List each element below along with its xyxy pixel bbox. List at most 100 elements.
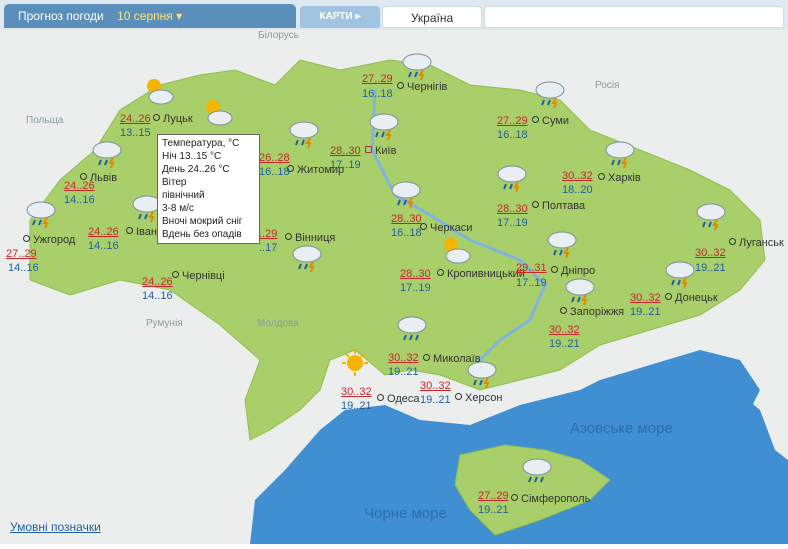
kherson-day-temp: 30..32 (420, 380, 451, 392)
chernihiv-day-temp: 27..29 (362, 73, 393, 85)
top-bar: Прогноз погоди 10 серпня ▾ КАРТИ ▸ Украї… (0, 0, 788, 30)
cloud-rain-icon (522, 458, 552, 483)
date-label: 10 серпня (117, 9, 173, 23)
city-cherkasy[interactable]: Черкаси (420, 222, 472, 234)
sea-label-black: Чорне море (364, 505, 447, 522)
uzhhorod-night-temp: 14..16 (8, 262, 39, 274)
kharkiv-day-temp: 30..32 (562, 170, 593, 182)
date-dropdown[interactable]: 10 серпня ▾ (117, 9, 182, 23)
city-kherson[interactable]: Херсон (455, 392, 502, 404)
kropyvnytskyi-day-temp: 28..30 (400, 268, 431, 280)
lviv-day-temp: 24..26 (64, 180, 95, 192)
cloud-storm-icon (565, 278, 595, 306)
maps-tab[interactable]: КАРТИ ▸ (300, 6, 380, 28)
mykolaiv-day-temp: 30..32 (388, 352, 419, 364)
sun-cloud-icon (444, 238, 471, 264)
sumy-night-temp: 16..18 (497, 129, 528, 141)
sumy-day-temp: 27..29 (497, 115, 528, 127)
cloud-storm-icon (292, 245, 322, 273)
city-sumy[interactable]: Суми (532, 115, 569, 127)
poltava-night-temp: 17..19 (497, 217, 528, 229)
simferopol-night-temp: 19..21 (478, 504, 509, 516)
sea-label-azov: Азовське море (570, 420, 673, 437)
ivano-frankivsk-night-temp: 14..16 (88, 240, 119, 252)
cloud-storm-icon (92, 141, 122, 169)
city-zaporizhzhia[interactable]: Запоріжжя (560, 306, 624, 318)
maps-tab-label: КАРТИ (319, 11, 353, 22)
city-chernivtsi[interactable]: Чернівці (172, 270, 225, 282)
lutsk-night-temp: 13..15 (120, 127, 151, 139)
luhansk-day-temp: 30..32 (695, 247, 726, 259)
tooltip-line: Температура, °C (162, 138, 240, 149)
cloud-rain-icon (397, 316, 427, 341)
tooltip-line: Ніч 13..15 °C (162, 151, 222, 162)
city-lutsk[interactable]: Луцьк (153, 113, 193, 125)
kherson-night-temp: 19..21 (420, 394, 451, 406)
city-kharkiv[interactable]: Харків (598, 172, 641, 184)
lutsk-day-temp: 24..26 (120, 113, 151, 125)
donetsk-day-temp: 30..32 (630, 292, 661, 304)
zhytomyr-night-temp: 16..18 (259, 166, 290, 178)
city-vinnytsia[interactable]: Вінниця (285, 232, 335, 244)
zhytomyr-day-temp: 26..28 (259, 152, 290, 164)
city-donetsk[interactable]: Донецьк (665, 292, 718, 304)
city-chernihiv[interactable]: Чернігів (397, 81, 447, 93)
sun-cloud-icon (147, 79, 174, 105)
tooltip-line: північний (162, 190, 205, 201)
simferopol-day-temp: 27..29 (478, 490, 509, 502)
tooltip-line: 3-8 м/с (162, 203, 194, 214)
mykolaiv-night-temp: 19..21 (388, 366, 419, 378)
cloud-storm-icon (391, 181, 421, 209)
tooltip-line: Вдень без опадів (162, 229, 242, 240)
city-kyiv[interactable]: Київ (365, 145, 396, 157)
cloud-storm-icon (605, 141, 635, 169)
blank-tab (484, 6, 784, 28)
country-romania: Румунія (146, 318, 183, 329)
donetsk-night-temp: 19..21 (630, 306, 661, 318)
cloud-storm-icon (547, 231, 577, 259)
country-moldova: Молдова (257, 318, 299, 329)
luhansk-night-temp: 19..21 (695, 262, 726, 274)
cloud-storm-icon (402, 53, 432, 81)
chernivtsi-day-temp: 24..26 (142, 276, 173, 288)
forecast-tab: Прогноз погоди 10 серпня ▾ (4, 4, 296, 28)
zaporizhzhia-day-temp: 30..32 (549, 324, 580, 336)
zaporizhzhia-night-temp: 19..21 (549, 338, 580, 350)
country-russia: Росія (595, 80, 620, 91)
tooltip-line: Вітер (162, 177, 187, 188)
country-belarus: Білорусь (258, 30, 299, 41)
cloud-storm-icon (497, 165, 527, 193)
city-zhytomyr[interactable]: Житомир (287, 164, 344, 176)
odesa-day-temp: 30..32 (341, 386, 372, 398)
tooltip-line: День 24..26 °C (162, 164, 230, 175)
legend-link[interactable]: Умовні позначки (10, 520, 101, 534)
city-dnipro[interactable]: Дніпро (551, 265, 595, 277)
chernihiv-night-temp: 16..18 (362, 88, 393, 100)
city-poltava[interactable]: Полтава (532, 200, 585, 212)
vinnytsia-night-temp: ..17 (259, 242, 278, 254)
cloud-storm-icon (535, 81, 565, 109)
country-tab[interactable]: Україна (382, 6, 482, 28)
city-mykolaiv[interactable]: Миколаїв (423, 353, 481, 365)
uzhhorod-day-temp: 27..29 (6, 248, 37, 260)
sun-icon (342, 350, 368, 376)
city-uzhhorod[interactable]: Ужгород (23, 234, 75, 246)
dnipro-day-temp: 29..31 (516, 262, 547, 274)
cloud-storm-icon (665, 261, 695, 289)
city-luhansk[interactable]: Луганськ (729, 237, 784, 249)
city-odesa[interactable]: Одеса (377, 393, 419, 405)
ivano-frankivsk-day-temp: 24..26 (88, 226, 119, 238)
cherkasy-night-temp: 16..18 (391, 227, 422, 239)
weather-map: Білорусь Польща Росія Румунія Молдова Аз… (0, 30, 788, 544)
city-weather-tooltip: Температура, °C Ніч 13..15 °C День 24..2… (157, 134, 260, 244)
city-kropyvnytskyi[interactable]: Кропивницький (437, 268, 525, 280)
chernivtsi-night-temp: 14..16 (142, 290, 173, 302)
country-poland: Польща (26, 115, 64, 126)
kropyvnytskyi-night-temp: 17..19 (400, 282, 431, 294)
cloud-storm-icon (289, 121, 319, 149)
dnipro-night-temp: 17..19 (516, 277, 547, 289)
sun-cloud-icon (206, 100, 233, 126)
forecast-title: Прогноз погоди (18, 9, 104, 23)
city-simferopol[interactable]: Сімферополь (511, 493, 590, 505)
lviv-night-temp: 14..16 (64, 194, 95, 206)
